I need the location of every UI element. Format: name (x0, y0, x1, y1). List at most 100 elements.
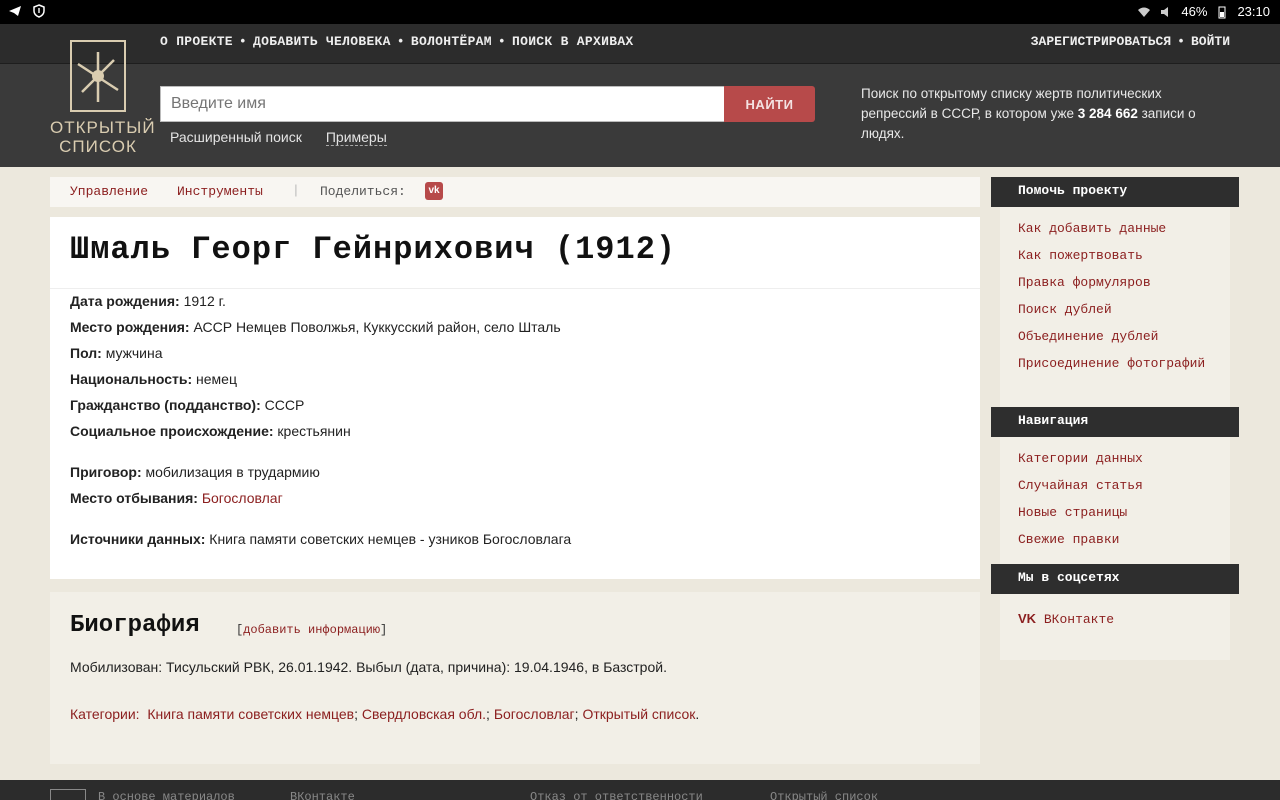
field-citizenship: Гражданство (подданство): СССР (70, 397, 304, 413)
field-value: 1912 г. (183, 293, 226, 309)
field-camp: Место отбывания: Богословлаг (70, 490, 283, 506)
sidebar-item-attach-photos[interactable]: Присоединение фотографий (1018, 354, 1218, 373)
categories-label[interactable]: Категории: (70, 706, 140, 722)
nav-separator: • (396, 34, 405, 49)
field-sentence: Приговор: мобилизация в трудармию (70, 464, 320, 480)
field-label: Социальное происхождение: (70, 423, 274, 439)
category-link[interactable]: Богословлаг (494, 706, 575, 722)
biography-title: Биография (70, 612, 200, 639)
navigation-panel-title: Навигация (991, 407, 1239, 437)
field-value: крестьянин (277, 423, 351, 439)
field-label: Место рождения: (70, 319, 190, 335)
field-label: Источники данных: (70, 531, 206, 547)
nav-archive-search[interactable]: ПОИСК В АРХИВАХ (512, 34, 634, 49)
sidebar-item-merge-duplicates[interactable]: Объединение дублей (1018, 327, 1218, 346)
field-social-origin: Социальное происхождение: крестьянин (70, 423, 351, 439)
sidebar-item-categories[interactable]: Категории данных (1018, 449, 1218, 468)
examples-link[interactable]: Примеры (325, 129, 387, 146)
nav-about[interactable]: О ПРОЕКТЕ (160, 34, 233, 49)
category-separator: ; (354, 706, 358, 722)
field-value: АССР Немцев Поволжья, Куккусский район, … (193, 319, 561, 335)
logo-line2: СПИСОК (59, 137, 137, 156)
category-link[interactable]: Открытый список (582, 706, 695, 722)
search-button[interactable]: НАЙТИ (724, 86, 815, 122)
main-menu: О ПРОЕКТЕ • ДОБАВИТЬ ЧЕЛОВЕКА • ВОЛОНТЁР… (160, 34, 634, 49)
field-value: мужчина (105, 345, 163, 361)
nav-volunteers[interactable]: ВОЛОНТЁРАМ (411, 34, 492, 49)
register-link[interactable]: ЗАРЕГИСТРИРОВАТЬСЯ (1031, 34, 1171, 49)
field-label: Приговор: (70, 464, 142, 480)
tools-link[interactable]: Инструменты (177, 184, 263, 199)
telegram-icon (9, 6, 21, 16)
site-logo[interactable]: ОТКРЫТЫЙ СПИСОК (50, 40, 156, 162)
add-info-link[interactable]: добавить информацию (243, 623, 380, 637)
camp-link[interactable]: Богословлаг (202, 490, 283, 506)
battery-icon (1218, 6, 1226, 18)
logo-line1: ОТКРЫТЫЙ (50, 118, 156, 137)
page-toolbar: Управление Инструменты | Поделиться: vk (50, 177, 980, 207)
sidebar-item-how-to-add[interactable]: Как добавить данные (1018, 219, 1218, 238)
sidebar-item-find-duplicates[interactable]: Поиск дублей (1018, 300, 1218, 319)
field-value: немец (196, 371, 237, 387)
nav-separator: • (238, 34, 248, 49)
vk-label: ВКонтакте (1043, 612, 1115, 627)
nav-separator: • (497, 34, 506, 49)
auth-menu: ЗАРЕГИСТРИРОВАТЬСЯ • ВОЙТИ (1031, 34, 1230, 49)
search-input[interactable] (160, 86, 725, 122)
sidebar-item-recent-changes[interactable]: Свежие правки (1018, 530, 1218, 549)
advanced-search-link[interactable]: Расширенный поиск (170, 129, 302, 146)
category-link[interactable]: Свердловская обл. (362, 706, 486, 722)
field-sex: Пол: мужчина (70, 345, 163, 361)
login-link[interactable]: ВОЙТИ (1191, 34, 1230, 49)
field-sources: Источники данных: Книга памяти советских… (70, 531, 571, 547)
status-bar: 46% 23:10 (0, 0, 1280, 24)
footer-vk-link[interactable]: ВКонтакте (290, 790, 355, 800)
person-card: Шмаль Георг Гейнрихович (1912) Дата рожд… (50, 217, 980, 579)
mute-icon (1161, 6, 1169, 17)
sidebar-item-donate[interactable]: Как пожертвовать (1018, 246, 1218, 265)
footer-disclaimer-link[interactable]: Отказ от ответственности (530, 790, 703, 800)
vk-share-icon[interactable]: vk (425, 182, 443, 200)
divider (50, 288, 980, 289)
field-value: Книга памяти советских немцев - узников … (209, 531, 572, 547)
share-label: Поделиться: (320, 184, 406, 199)
battery-percent: 46% (1181, 4, 1208, 19)
help-panel-title: Помочь проекту (991, 177, 1239, 207)
nav-separator: • (1177, 34, 1185, 49)
field-value: мобилизация в трудармию (145, 464, 320, 480)
category-link[interactable]: Книга памяти советских немцев (147, 706, 354, 722)
field-label: Гражданство (подданство): (70, 397, 261, 413)
footer-based-on: В основе материалов (98, 790, 235, 800)
categories: Категории: Книга памяти советских немцев… (70, 706, 699, 722)
footer-open-list-link[interactable]: Открытый список (770, 790, 878, 800)
clock: 23:10 (1237, 4, 1270, 19)
records-count: 3 284 662 (1077, 106, 1138, 121)
manage-link[interactable]: Управление (70, 184, 148, 199)
sidebar-item-random[interactable]: Случайная статья (1018, 476, 1218, 495)
biography-section: Биография [добавить информацию] Мобилизо… (50, 592, 980, 764)
wifi-icon (1138, 7, 1151, 17)
add-info: [добавить информацию] (236, 623, 387, 637)
field-nationality: Национальность: немец (70, 371, 237, 387)
barbed-wire-icon (70, 40, 126, 112)
social-panel-title: Мы в соцсетях (991, 564, 1239, 594)
sidebar-item-vk[interactable]: VK ВКонтакте (1018, 609, 1218, 629)
field-label: Национальность: (70, 371, 193, 387)
field-birth-place: Место рождения: АССР Немцев Поволжья, Ку… (70, 319, 561, 335)
nav-add-person[interactable]: ДОБАВИТЬ ЧЕЛОВЕКА (253, 34, 391, 49)
header-info: Поиск по открытому списку жертв политиче… (861, 84, 1231, 144)
page-title: Шмаль Георг Гейнрихович (1912) (70, 231, 677, 268)
footer-logo-icon (50, 789, 86, 800)
bracket: ] (380, 623, 388, 637)
field-label: Дата рождения: (70, 293, 180, 309)
sidebar-item-new-pages[interactable]: Новые страницы (1018, 503, 1218, 522)
field-label: Пол: (70, 345, 102, 361)
field-value: СССР (264, 397, 305, 413)
category-separator: ; (574, 706, 579, 722)
sidebar-item-edit-forms[interactable]: Правка формуляров (1018, 273, 1218, 292)
category-separator: ; (486, 706, 490, 722)
search-bar: НАЙТИ (160, 86, 815, 122)
shield-icon (33, 4, 45, 18)
toolbar-separator: | (292, 183, 300, 198)
footer: В основе материалов ВКонтакте Отказ от о… (0, 780, 1280, 800)
